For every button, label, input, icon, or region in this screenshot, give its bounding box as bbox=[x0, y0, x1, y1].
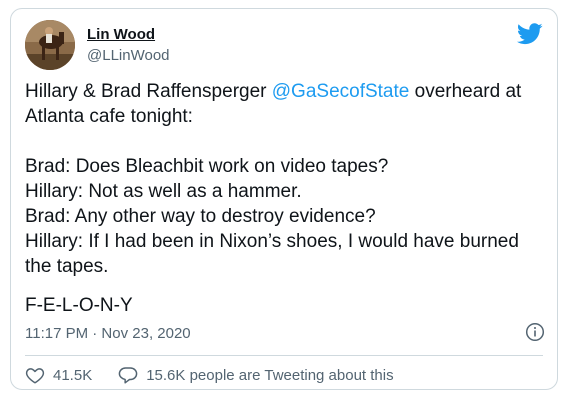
dialogue-line: Brad: Any other way to destroy evidence? bbox=[25, 206, 376, 227]
heart-icon bbox=[25, 368, 45, 384]
tweet-closing: F-E-L-O-N-Y bbox=[25, 295, 133, 316]
like-button[interactable]: 41.5K bbox=[25, 366, 92, 384]
tweet-body: Hillary & Brad Raffensperger @GaSecofSta… bbox=[25, 79, 545, 279]
dialogue-line: Brad: Does Bleachbit work on video tapes… bbox=[25, 156, 389, 177]
like-count: 41.5K bbox=[53, 366, 93, 384]
conversation-button[interactable]: 15.6K people are Tweeting about this bbox=[118, 366, 394, 384]
conversation-text: 15.6K people are Tweeting about this bbox=[146, 366, 394, 384]
intro-prefix: Hillary & Brad Raffensperger bbox=[25, 81, 272, 102]
comment-icon bbox=[118, 367, 138, 384]
dialogue-line: Hillary: Not as well as a hammer. bbox=[25, 181, 302, 202]
tweet-actions: 41.5K 15.6K people are Tweeting about th… bbox=[25, 365, 394, 385]
dialogue-line: Hillary: If I had been in Nixon’s shoes,… bbox=[25, 231, 519, 277]
mention-link[interactable]: @GaSecofState bbox=[272, 81, 410, 102]
avatar-image bbox=[25, 20, 75, 70]
display-name[interactable]: Lin Wood bbox=[87, 26, 170, 44]
user-handle[interactable]: @LLinWood bbox=[87, 46, 170, 66]
info-icon[interactable] bbox=[525, 322, 545, 342]
author-info: Lin Wood @LLinWood bbox=[87, 26, 170, 66]
avatar[interactable] bbox=[25, 20, 75, 70]
tweet-timestamp[interactable]: 11:17 PM · Nov 23, 2020 bbox=[25, 324, 191, 344]
tweet-intro: Hillary & Brad Raffensperger @GaSecofSta… bbox=[25, 79, 545, 129]
twitter-bird-icon[interactable] bbox=[517, 23, 543, 45]
tweet-card[interactable]: Lin Wood @LLinWood Hillary & Brad Raffen… bbox=[10, 8, 558, 390]
divider bbox=[25, 355, 543, 356]
